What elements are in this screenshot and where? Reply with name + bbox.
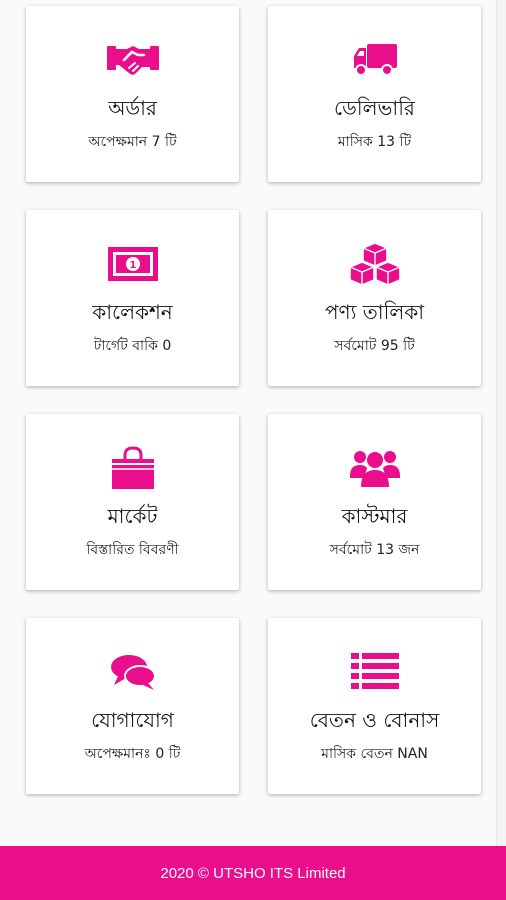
card-product-list[interactable]: পণ্য তালিকা সর্বমোট 95 টি <box>268 210 481 386</box>
card-collection[interactable]: 1 কালেকশন টার্গেট বাকি 0 <box>26 210 239 386</box>
card-title: কাস্টমার <box>341 504 408 528</box>
card-subtitle: অপেক্ষমান 7 টি <box>88 134 177 150</box>
card-order[interactable]: অর্ডার অপেক্ষমান 7 টি <box>26 6 239 182</box>
card-title: মার্কেট <box>107 504 158 528</box>
dashboard-screen: অর্ডার অপেক্ষমান 7 টি ডেলিভারি মাসিক 13 … <box>0 0 497 848</box>
cubes-icon <box>268 242 481 286</box>
card-customer[interactable]: কাস্টমার সর্বমোট 13 জন <box>268 414 481 590</box>
card-subtitle: মাসিক বেতন NAN <box>321 746 428 762</box>
card-salary-bonus[interactable]: বেতন ও বোনাস মাসিক বেতন NAN <box>268 618 481 794</box>
card-title: পণ্য তালিকা <box>324 300 425 324</box>
footer-text: 2020 © UTSHO ITS Limited <box>160 864 346 882</box>
card-subtitle: সর্বমোট 13 জন <box>329 542 420 558</box>
list-icon <box>268 650 481 694</box>
users-icon <box>268 446 481 490</box>
truck-icon <box>268 38 481 82</box>
card-subtitle: মাসিক 13 টি <box>337 134 412 150</box>
card-subtitle: টার্গেট বাকি 0 <box>93 338 172 354</box>
card-title: ডেলিভারি <box>334 96 415 120</box>
shopping-bag-icon <box>26 446 239 490</box>
card-title: অর্ডার <box>108 96 157 120</box>
money-bill-icon: 1 <box>26 242 239 286</box>
svg-text:1: 1 <box>129 260 136 271</box>
card-subtitle: অপেক্ষমানঃ 0 টি <box>84 746 181 762</box>
chat-bubbles-icon <box>26 650 239 694</box>
card-delivery[interactable]: ডেলিভারি মাসিক 13 টি <box>268 6 481 182</box>
card-title: যোগাযোগ <box>91 708 174 732</box>
card-communication[interactable]: যোগাযোগ অপেক্ষমানঃ 0 টি <box>26 618 239 794</box>
card-title: বেতন ও বোনাস <box>309 708 440 732</box>
card-subtitle: সর্বমোট 95 টি <box>334 338 415 354</box>
handshake-icon <box>26 38 239 82</box>
footer-copyright: 2020 © UTSHO ITS Limited <box>0 846 506 900</box>
card-title: কালেকশন <box>92 300 173 324</box>
card-market[interactable]: মার্কেট বিস্তারিত বিবরণী <box>26 414 239 590</box>
card-subtitle: বিস্তারিত বিবরণী <box>86 542 179 558</box>
